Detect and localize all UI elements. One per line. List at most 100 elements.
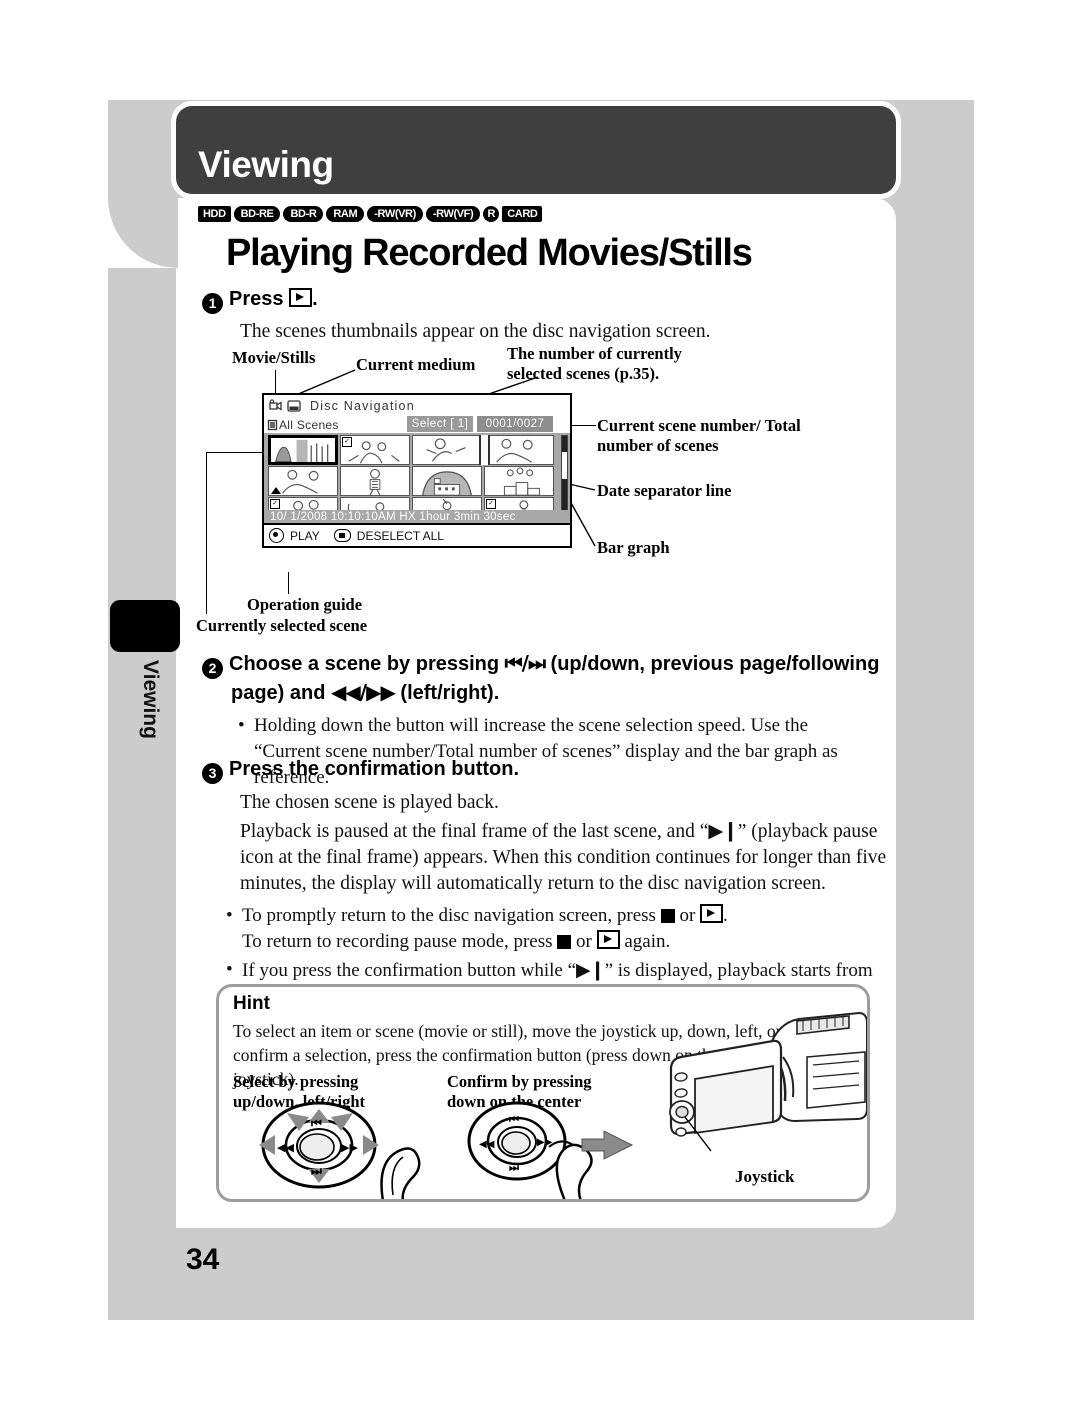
step-1-title-text: Press <box>229 288 284 310</box>
chapter-header-bar: Viewing <box>176 106 896 194</box>
step-2-title: 2 Choose a scene by pressing ⏮/⏭ (up/down… <box>202 650 882 707</box>
thumbnail-9-checkbox[interactable]: ✓ <box>270 499 280 509</box>
thumbnail-art-1 <box>271 438 335 462</box>
badge-r: R <box>483 206 500 222</box>
step-3-bullet-2-a: If you press the confirmation button whi… <box>242 960 577 981</box>
thumbnail-art-4 <box>485 436 553 464</box>
thumbnail-2-checkbox[interactable]: ✓ <box>342 437 352 447</box>
step-2-line2-a: page) and <box>231 682 326 704</box>
selected-count-field: Select [ 1] <box>407 416 473 432</box>
badge-bd-r: BD-R <box>283 206 324 222</box>
skip-prev-next-icon: ⏮/⏭ <box>504 651 546 675</box>
thumbnail-1[interactable] <box>268 435 338 465</box>
badge-bd-re: BD-RE <box>233 206 281 222</box>
bar-graph-fill-top <box>562 436 567 452</box>
step-3-bullet-1-or: or <box>679 905 696 926</box>
step-2-line1-a: Choose a scene by pressing <box>229 653 500 675</box>
date-separator-line <box>479 435 490 465</box>
joystick-press-illustration: ⏮ ⏭ ◀◀ ▶▶ <box>467 1101 634 1199</box>
step-3-bullet-1-end: . <box>723 905 728 926</box>
step-3-bullet-1-line2-end: again. <box>624 931 671 952</box>
step-2-number: 2 <box>202 658 223 679</box>
stop-key-icon <box>557 935 572 949</box>
side-tab-marker <box>110 600 180 652</box>
step-3-bullet-1: • To promptly return to the disc navigat… <box>226 903 886 955</box>
all-scenes-icon <box>267 419 278 430</box>
guide-play-label: PLAY <box>290 528 320 543</box>
stop-button-icon <box>333 529 351 542</box>
leader-line-selected-scene-h <box>206 452 264 454</box>
callout-movie-stills: Movie/Stills <box>232 348 316 367</box>
page-number: 34 <box>186 1243 220 1276</box>
callout-operation-guide: Operation guide <box>247 595 363 614</box>
thumbnail-12-checkbox[interactable]: ✓ <box>486 499 496 509</box>
thumbnail-7[interactable] <box>412 466 482 496</box>
step-1-number: 1 <box>202 293 223 314</box>
hint-box: Hint To select an item or scene (movie o… <box>216 984 870 1202</box>
step-3-title: 3 Press the confirmation button. <box>202 758 882 784</box>
step-3-bullet-1-a: To promptly return to the disc navigatio… <box>242 905 656 926</box>
play-key-icon <box>289 288 313 307</box>
scene-counter-field: 0001/0027 <box>477 416 553 432</box>
step-3-body-2-a: Playback is paused at the final frame of… <box>240 821 709 842</box>
media-badge-list: HDD BD-RE BD-R RAM -RW(VR) -RW(VF) R CAR… <box>198 206 543 222</box>
svg-text:▶▶: ▶▶ <box>341 1141 358 1154</box>
badge-card: CARD <box>502 206 543 222</box>
thumbnail-art-8 <box>485 467 553 495</box>
movie-stills-icon <box>269 398 282 411</box>
hint-title: Hint <box>233 993 270 1014</box>
thumbnail-5[interactable] <box>268 466 338 496</box>
screen-title: Disc Navigation <box>310 398 415 413</box>
screen-titlebar: Disc Navigation <box>264 395 570 416</box>
joystick-directions-illustration: ⏮ ⏭ ◀◀ ▶▶ <box>259 1101 421 1199</box>
thumbnail-3[interactable] <box>412 435 482 465</box>
disc-navigation-screen: Disc Navigation All Scenes Select [ 1] 0… <box>262 393 572 548</box>
current-medium-icon <box>287 399 301 412</box>
thumbnail-art-3 <box>413 436 481 464</box>
stop-key-icon <box>660 909 675 923</box>
side-tab-label: Viewing <box>139 660 162 739</box>
callout-bar-graph: Bar graph <box>597 538 670 557</box>
joystick-press-icon <box>269 528 284 543</box>
svg-text:⏮: ⏮ <box>311 1116 322 1130</box>
badge-rw-vf: -RW(VF) <box>425 206 481 222</box>
thumbnail-4[interactable] <box>484 435 554 465</box>
svg-text:◀◀: ◀◀ <box>479 1139 495 1150</box>
playback-pause-icon: ▶❙ <box>576 959 606 981</box>
leader-line-selected-scene-v <box>206 452 208 614</box>
thumbnail-6[interactable] <box>340 466 410 496</box>
svg-text:⏮: ⏮ <box>509 1113 519 1126</box>
step-3-body-1: The chosen scene is played back. <box>240 792 499 813</box>
callout-current-medium: Current medium <box>356 355 476 374</box>
step-3-bullet-1-line2-a: To return to recording pause mode, press <box>242 931 553 952</box>
thumbnail-8[interactable] <box>484 466 554 496</box>
operation-guide-bar: PLAY DESELECT ALL <box>264 523 570 546</box>
playback-pause-icon: ▶❙ <box>708 819 738 842</box>
thumbnail-5-marker <box>271 487 281 494</box>
manual-page: Viewing Viewing HDD BD-RE BD-R RAM -RW(V… <box>0 0 1080 1427</box>
play-key-icon <box>700 904 724 923</box>
badge-ram: RAM <box>326 206 365 222</box>
step-1-title-period: . <box>312 288 318 310</box>
svg-text:⏭: ⏭ <box>509 1161 519 1174</box>
joystick-callout-label: Joystick <box>735 1167 795 1186</box>
all-scenes-label: All Scenes <box>279 417 339 432</box>
step-1-title: 1 Press . <box>202 288 862 314</box>
bullet-dot-icon: • <box>226 905 233 926</box>
callout-date-separator: Date separator line <box>597 481 732 500</box>
step-1-body: The scenes thumbnails appear on the disc… <box>240 321 711 342</box>
svg-text:◀◀: ◀◀ <box>277 1141 294 1154</box>
panel-corner-notch <box>108 198 178 268</box>
step-2-line2-b: (left/right). <box>400 682 500 704</box>
callout-scene-number: Current scene number/ Total number of sc… <box>597 416 801 455</box>
svg-text:⏭: ⏭ <box>311 1164 322 1178</box>
step-3-number: 3 <box>202 763 223 784</box>
thumbnail-art-7 <box>413 467 481 495</box>
thumbnail-2[interactable]: ✓ <box>340 435 410 465</box>
step-1: 1 Press . The scenes thumbnails appear on… <box>202 288 862 345</box>
callout-currently-selected: Currently selected scene <box>196 616 368 635</box>
thumbnail-art-6 <box>341 467 409 495</box>
camcorder-illustration <box>669 1011 867 1152</box>
screen-subbar: All Scenes Select [ 1] 0001/0027 <box>264 416 570 433</box>
rewind-forward-icon: ◀◀/▶▶ <box>331 680 396 704</box>
